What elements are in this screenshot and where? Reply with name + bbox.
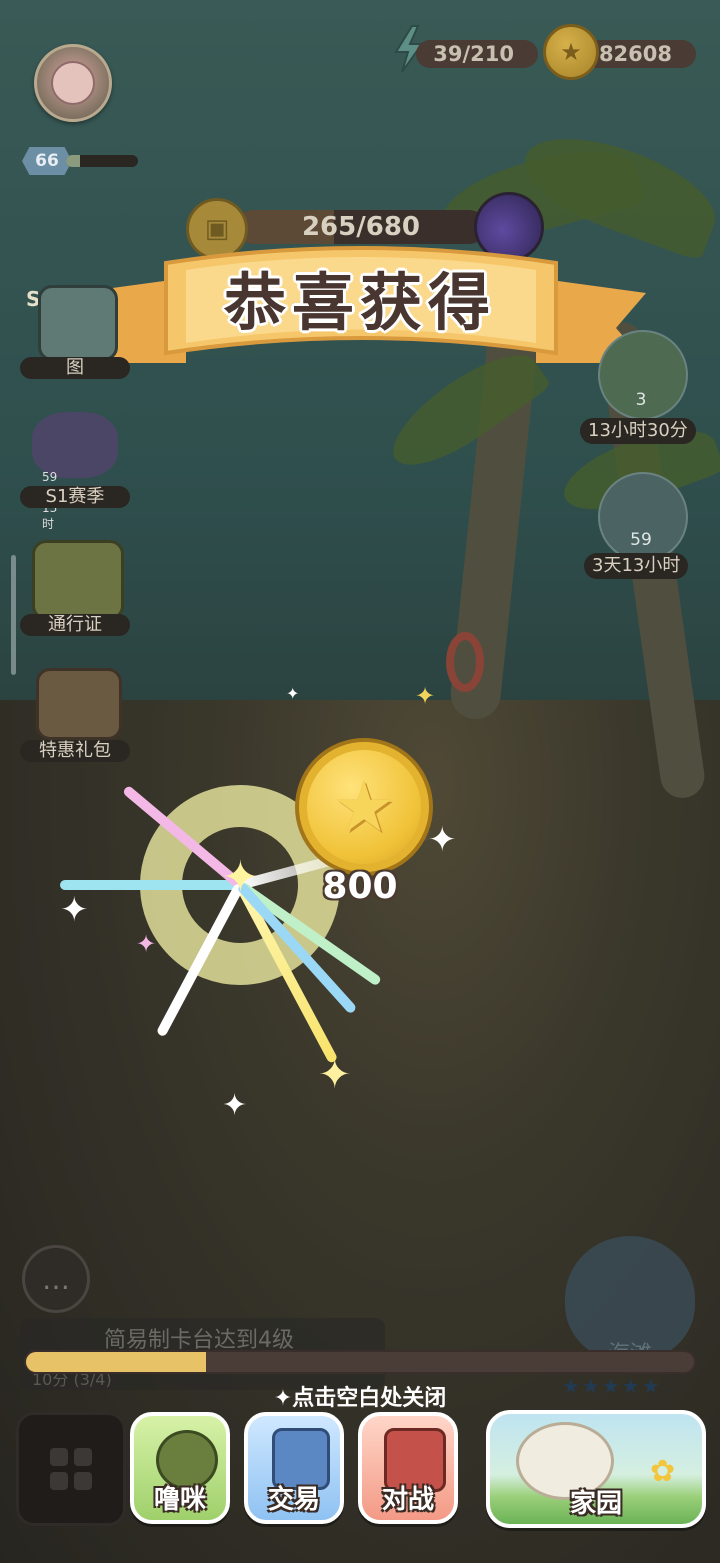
- nav-trade-button[interactable]: 交易: [244, 1412, 344, 1524]
- nav-battle-button[interactable]: 对战: [358, 1412, 458, 1524]
- nav-home-label: 家园: [569, 1489, 622, 1519]
- menu-grid-button[interactable]: [16, 1412, 126, 1526]
- sidebar-item-label: 图: [20, 357, 130, 379]
- side-scroll-indicator[interactable]: [11, 555, 16, 675]
- reward-amount: 800: [322, 866, 398, 907]
- close-hint-text: 点击空白处关闭: [292, 1386, 447, 1411]
- nav-trade-label: 交易: [267, 1485, 320, 1515]
- nav-pet-button[interactable]: 噜咪: [130, 1412, 230, 1524]
- sword-icon: [32, 412, 118, 478]
- reward-coin-icon: ★: [295, 738, 433, 876]
- avatar-face: [51, 61, 95, 105]
- sparkle-icon: ✦: [286, 684, 300, 703]
- sidebar-item-label: S1赛季: [20, 486, 130, 508]
- book-icon: [38, 285, 118, 361]
- energy-value: 39/210: [433, 42, 514, 66]
- coin-icon: ★: [543, 24, 599, 80]
- close-hint: ✦点击空白处关闭: [273, 1386, 447, 1411]
- sparkle-icon: ✦: [60, 890, 89, 930]
- sparkle-icon: ✦: [136, 930, 157, 958]
- grid-icon: [50, 1448, 92, 1490]
- energy-counter[interactable]: 39/210: [416, 40, 538, 68]
- level-progress-fill: [66, 155, 81, 167]
- timer-label: 3天13小时: [584, 553, 689, 579]
- player-avatar[interactable]: [34, 44, 112, 122]
- task-progress-fill: [26, 1352, 207, 1372]
- timer-count: 3: [635, 390, 647, 410]
- task-progress-bar: [24, 1350, 696, 1374]
- sparkle-icon: ✦: [428, 820, 457, 860]
- timer-label: 13小时30分: [580, 418, 696, 444]
- sparkle-icon: ✦: [222, 1088, 248, 1123]
- pass-book-icon: [32, 540, 124, 620]
- sparkle-icon: ✦: [318, 1052, 352, 1098]
- sparkle-icon: ✦: [222, 852, 259, 903]
- nav-battle-label: 对战: [381, 1485, 434, 1515]
- coin-star-icon: ★: [332, 766, 396, 848]
- treasure-chest-icon: [36, 668, 122, 740]
- sparkle-icon: ✦: [415, 682, 436, 710]
- level-progress-bar: [66, 155, 138, 167]
- chat-button[interactable]: …: [22, 1245, 90, 1313]
- sidebar-item-label: 特惠礼包: [20, 740, 130, 762]
- chat-icon: …: [42, 1262, 70, 1296]
- coin-value: 82608: [598, 42, 672, 66]
- nav-home-button[interactable]: ✿ 家园: [486, 1410, 706, 1528]
- timer-count: 59: [630, 530, 652, 550]
- nav-pet-label: 噜咪: [153, 1485, 206, 1515]
- burst-ray: [60, 880, 240, 890]
- player-level-badge: 66: [22, 147, 72, 175]
- sidebar-item-label: 通行证: [20, 614, 130, 636]
